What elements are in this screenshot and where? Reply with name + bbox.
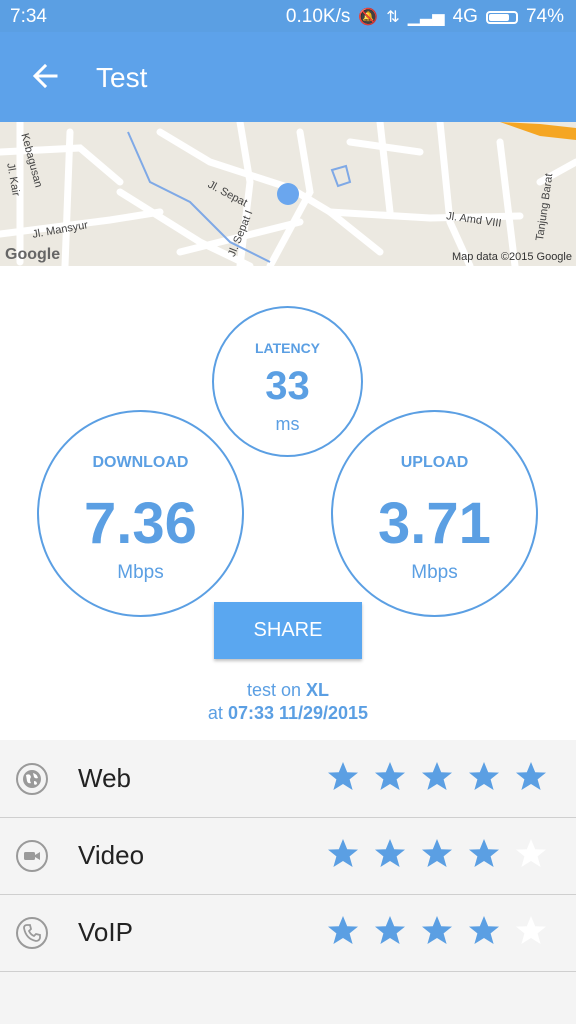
star-filled-icon <box>516 762 546 790</box>
star-filled-icon <box>328 839 358 867</box>
star-filled-icon <box>375 839 405 867</box>
star-filled-icon <box>328 916 358 944</box>
rating-row-web: Web <box>0 740 576 818</box>
mute-bell-icon: 🔕 <box>358 9 379 26</box>
test-on-label: test on <box>246 680 301 700</box>
at-label: at <box>207 703 223 723</box>
network-type: 4G <box>452 6 478 27</box>
latency-label: LATENCY <box>254 340 321 356</box>
latency-value: 33 <box>265 364 310 408</box>
rating-label: VoIP <box>78 917 133 947</box>
operator-name: XL <box>306 680 330 700</box>
star-filled-icon <box>422 762 452 790</box>
star-rating <box>326 837 548 871</box>
upload-result: UPLOAD 3.71 Mbps <box>331 410 538 617</box>
test-datetime-line: at 07:33 11/29/2015 <box>0 703 576 724</box>
battery-icon <box>485 10 518 24</box>
rating-label: Web <box>78 763 131 793</box>
rating-row-video: Video <box>0 817 576 895</box>
location-dot <box>277 183 299 205</box>
globe-icon <box>16 763 48 795</box>
data-transfer-icon: ⇅ <box>386 9 400 26</box>
star-filled-icon <box>469 762 499 790</box>
star-empty-icon <box>516 916 546 944</box>
star-filled-icon <box>375 762 405 790</box>
upload-value: 3.71 <box>378 491 491 556</box>
star-filled-icon <box>422 916 452 944</box>
phone-icon <box>16 917 48 949</box>
app-bar: Test <box>0 32 576 122</box>
rating-label: Video <box>78 840 145 870</box>
test-datetime: 07:33 11/29/2015 <box>227 703 369 723</box>
upload-label: UPLOAD <box>400 454 469 471</box>
page-title: Test <box>96 62 148 93</box>
star-empty-icon <box>516 839 546 867</box>
signal-icon: ▁▃▅ <box>407 9 445 26</box>
rating-row-voip: VoIP <box>0 894 576 972</box>
test-operator-line: test on XL <box>0 680 576 701</box>
star-filled-icon <box>422 839 452 867</box>
status-indicators: 0.10K/s 🔕 ⇅ ▁▃▅ 4G 74% <box>286 6 564 28</box>
download-result: DOWNLOAD 7.36 Mbps <box>37 410 244 617</box>
star-filled-icon <box>469 839 499 867</box>
status-bar: 7:34 0.10K/s 🔕 ⇅ ▁▃▅ 4G 74% <box>0 0 576 32</box>
star-filled-icon <box>328 762 358 790</box>
battery-level: 74% <box>525 6 564 27</box>
latency-unit: ms <box>275 414 300 434</box>
video-camera-icon <box>16 840 48 872</box>
latency-result: LATENCY 33 ms <box>212 306 363 457</box>
download-unit: Mbps <box>117 562 164 583</box>
star-rating <box>326 760 548 794</box>
back-arrow-icon[interactable] <box>26 56 66 96</box>
download-label: DOWNLOAD <box>92 454 189 471</box>
map-attribution: Map data ©2015 Google <box>451 251 572 263</box>
status-time: 7:34 <box>10 6 47 27</box>
star-filled-icon <box>469 916 499 944</box>
quality-ratings: Web Video VoIP <box>0 740 576 1024</box>
network-speed: 0.10K/s <box>285 6 351 27</box>
map-roads <box>0 122 576 266</box>
share-button[interactable]: SHARE <box>214 602 362 659</box>
location-map[interactable]: Kebagusan Jl. Kair Jl. Mansyur Jl. Sepat… <box>0 122 576 266</box>
star-rating <box>326 914 548 948</box>
google-logo: Google <box>5 246 61 263</box>
star-filled-icon <box>375 916 405 944</box>
download-value: 7.36 <box>84 491 197 556</box>
upload-unit: Mbps <box>411 562 458 583</box>
